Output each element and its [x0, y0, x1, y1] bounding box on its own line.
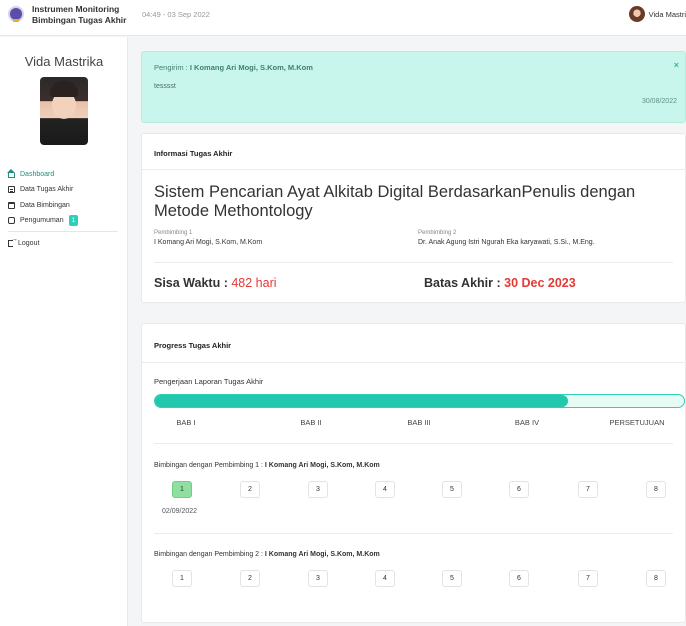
current-datetime: 04:49 - 03 Sep 2022 [142, 10, 210, 19]
session-step-2[interactable]: 2 [240, 481, 260, 498]
progress-bar [154, 394, 685, 408]
bimbingan1-name: I Komang Ari Mogi, S.Kom, M.Kom [264, 462, 380, 469]
app-title-line2: Bimbingan Tugas Akhir [32, 15, 127, 25]
app-title[interactable]: Instrumen Monitoring Bimbingan Tugas Akh… [32, 4, 126, 26]
alert-sender-name: I Komang Ari Mogi, S.Kom, M.Kom [189, 63, 313, 72]
divider [154, 533, 673, 534]
sidebar-item-label: Pengumuman [20, 217, 64, 224]
batas-akhir: Batas Akhir : 30 Dec 2023 [424, 276, 576, 290]
profile-photo [40, 77, 88, 145]
pembimbing2-name: Dr. Anak Agung Istri Ngurah Eka karyawat… [418, 239, 595, 246]
stage-bab-2: BAB II [300, 418, 322, 427]
sidebar-item-logout[interactable]: Logout [8, 236, 118, 250]
divider [154, 443, 673, 444]
sidebar-divider [8, 230, 118, 232]
session-step-3[interactable]: 3 [308, 481, 328, 498]
progress-bar-fill [155, 395, 568, 407]
sidebar-item-label: Data Tugas Akhir [20, 186, 74, 193]
progress-tugas-akhir-card: Progress Tugas Akhir Pengerjaan Laporan … [141, 323, 686, 623]
stage-bab-4: BAB IV [514, 418, 540, 427]
document-icon [8, 186, 15, 193]
stage-bab-3: BAB III [407, 418, 431, 427]
user-avatar [628, 6, 645, 22]
stage-bab-1: BAB I [176, 418, 196, 427]
sidebar-item-label: Data Bimbingan [20, 201, 70, 209]
session-step-8[interactable]: 8 [646, 570, 666, 587]
pembimbing1-label: Pembimbing 1 [154, 230, 193, 236]
alert-sender-prefix: Pengirim : [154, 63, 190, 72]
session-step-3[interactable]: 3 [308, 570, 328, 587]
info-tugas-akhir-card: Informasi Tugas Akhir Sistem Pencarian A… [141, 133, 686, 303]
divider [142, 362, 686, 363]
notification-badge: 1 [68, 215, 79, 226]
sidebar: Vida Mastrika Dashboard Data Tugas Akhir… [0, 37, 128, 626]
profile-name: Vida Mastrika [24, 54, 104, 69]
session-step-5[interactable]: 5 [442, 570, 462, 587]
sidebar-item-data-tugas-akhir[interactable]: Data Tugas Akhir [8, 184, 118, 196]
sidebar-item-data-bimbingan[interactable]: Data Bimbingan [8, 199, 118, 211]
progress-section-label: Pengerjaan Laporan Tugas Akhir [154, 377, 264, 386]
close-icon[interactable]: × [674, 60, 679, 70]
sidebar-item-dashboard[interactable]: Dashboard [7, 168, 118, 180]
divider [142, 169, 686, 170]
card-title: Informasi Tugas Akhir [154, 149, 233, 158]
sisa-waktu: Sisa Waktu : 482 hari [154, 276, 277, 290]
university-logo-icon [8, 6, 24, 22]
session-step-4[interactable]: 4 [375, 570, 395, 587]
sidebar-item-pengumuman[interactable]: Pengumuman 1 [8, 215, 118, 227]
bimbingan1-prefix: Bimbingan dengan Pembimbing 1 : [154, 462, 265, 469]
announcement-icon [8, 217, 15, 224]
session-step-2[interactable]: 2 [240, 570, 260, 587]
bimbingan1-label: Bimbingan dengan Pembimbing 1 : I Komang… [154, 462, 380, 469]
bimbingan2-prefix: Bimbingan dengan Pembimbing 2 : [154, 551, 265, 558]
session-step-4[interactable]: 4 [375, 481, 395, 498]
home-icon [7, 168, 15, 178]
session-step-6[interactable]: 6 [509, 481, 529, 498]
alert-message: tesssst [154, 83, 176, 90]
session-step-6[interactable]: 6 [509, 570, 529, 587]
sidebar-nav: Dashboard Data Tugas Akhir Data Bimbinga… [7, 168, 118, 253]
session-step-7[interactable]: 7 [578, 481, 598, 498]
session-step-1[interactable]: 1 [172, 570, 192, 587]
thesis-title: Sistem Pencarian Ayat Alkitab Digital Be… [154, 183, 636, 220]
sisa-waktu-label: Sisa Waktu : [154, 276, 232, 290]
pembimbing1-name: I Komang Ari Mogi, S.Kom, M.Kom [154, 239, 263, 246]
pembimbing2-label: Pembimbing 2 [418, 230, 457, 236]
announcement-alert: Pengirim : I Komang Ari Mogi, S.Kom, M.K… [141, 51, 686, 123]
session-step-1[interactable]: 1 [172, 481, 192, 498]
logout-icon [8, 236, 18, 247]
sidebar-item-label: Dashboard [20, 170, 55, 178]
alert-date: 30/08/2022 [641, 98, 677, 105]
session-step-8[interactable]: 8 [646, 481, 666, 498]
user-menu[interactable]: Vida Mastri [628, 6, 686, 22]
app-title-line1: Instrumen Monitoring [32, 4, 120, 14]
divider [154, 262, 673, 263]
card-title: Progress Tugas Akhir [154, 341, 232, 350]
batas-akhir-value: 30 Dec 2023 [504, 276, 576, 290]
bimbingan2-label: Bimbingan dengan Pembimbing 2 : I Komang… [154, 551, 380, 558]
bimbingan1-date: 02/09/2022 [162, 508, 198, 515]
calendar-icon [8, 201, 15, 209]
session-step-7[interactable]: 7 [578, 570, 598, 587]
user-name: Vida Mastri [648, 9, 686, 19]
batas-akhir-label: Batas Akhir : [424, 276, 505, 290]
sidebar-item-label: Logout [18, 240, 40, 247]
alert-sender: Pengirim : I Komang Ari Mogi, S.Kom, M.K… [154, 63, 313, 72]
top-bar: Instrumen Monitoring Bimbingan Tugas Akh… [0, 0, 686, 36]
bimbingan2-name: I Komang Ari Mogi, S.Kom, M.Kom [264, 551, 380, 558]
sisa-waktu-value: 482 hari [231, 276, 277, 290]
session-step-5[interactable]: 5 [442, 481, 462, 498]
stage-persetujuan: PERSETUJUAN [609, 418, 665, 427]
